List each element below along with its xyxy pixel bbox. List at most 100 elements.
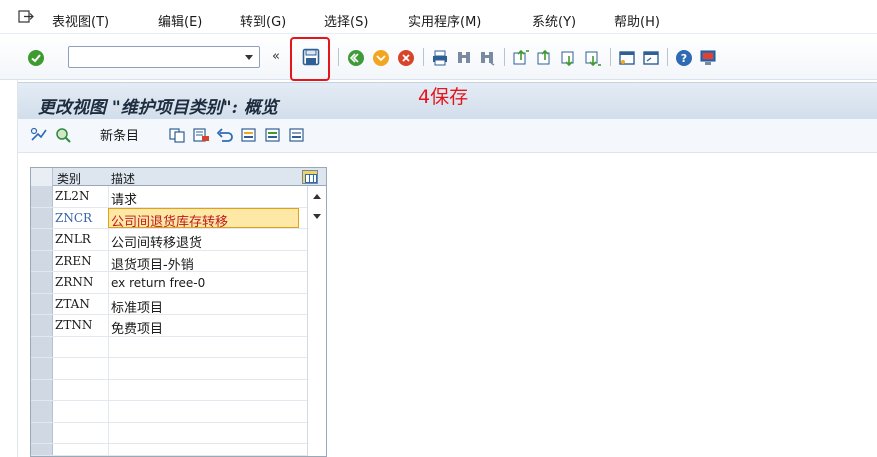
row-selector[interactable] — [31, 229, 53, 250]
table-row[interactable] — [31, 358, 307, 380]
application-toolbar — [18, 119, 877, 153]
column-header-description[interactable]: 描述 — [111, 170, 135, 187]
copy-as-icon[interactable] — [168, 127, 186, 143]
table-row[interactable]: ZRNN ex return free-0 — [31, 272, 307, 294]
back-icon[interactable] — [347, 49, 365, 67]
toolbar-separator — [338, 48, 339, 66]
help-icon[interactable]: ? — [675, 49, 693, 67]
first-page-icon[interactable] — [512, 49, 530, 67]
customize-layout-icon[interactable] — [699, 49, 717, 67]
next-page-icon[interactable] — [560, 49, 578, 67]
menu-item-goto[interactable]: 转到(G) — [240, 11, 286, 30]
row-selector[interactable] — [31, 401, 53, 422]
description-cell-bg — [108, 444, 299, 455]
table-row[interactable] — [31, 444, 307, 456]
description-cell[interactable]: 公司间退货库存转移 — [111, 211, 228, 230]
toolbar-separator — [610, 48, 611, 66]
toolbar-separator — [423, 48, 424, 66]
menu-item-system[interactable]: 系统(Y) — [532, 11, 576, 30]
row-selector[interactable] — [31, 207, 53, 228]
find-icon[interactable] — [54, 127, 72, 143]
collapse-icon[interactable]: « — [272, 49, 280, 64]
category-cell: ZNLR — [55, 232, 91, 246]
chevron-down-icon[interactable] — [245, 55, 253, 60]
description-cell[interactable]: ex return free-0 — [111, 276, 205, 290]
undo-icon[interactable] — [216, 127, 234, 143]
row-selector[interactable] — [31, 336, 53, 357]
description-cell-bg — [108, 422, 299, 443]
menu-item-help[interactable]: 帮助(H) — [614, 11, 660, 30]
scroll-down-icon[interactable] — [313, 214, 321, 219]
print-icon[interactable] — [431, 49, 449, 67]
page-title: 更改视图 "维护项目类别": 概览 — [38, 98, 278, 118]
select-all-rows-button[interactable] — [31, 168, 53, 186]
row-selector[interactable] — [31, 186, 53, 207]
previous-page-icon[interactable] — [536, 49, 554, 67]
description-cell-bg — [108, 379, 299, 400]
command-field[interactable] — [68, 46, 260, 68]
row-selector[interactable] — [31, 250, 53, 271]
row-selector[interactable] — [31, 422, 53, 443]
svg-text:?: ? — [681, 52, 687, 65]
toolbar-separator — [667, 48, 668, 66]
description-cell[interactable]: 公司间转移退货 — [111, 232, 202, 251]
row-selector[interactable] — [31, 358, 53, 379]
table-row[interactable]: ZTNN 免费项目 — [31, 315, 307, 337]
exit-icon[interactable] — [372, 49, 390, 67]
description-cell[interactable]: 退货项目-外销 — [111, 254, 194, 273]
shortcut-icon[interactable] — [642, 49, 660, 67]
find-icon[interactable] — [455, 49, 473, 67]
row-selector[interactable] — [31, 379, 53, 400]
menu-item-selection[interactable]: 选择(S) — [324, 11, 368, 30]
select-block-icon[interactable] — [264, 127, 282, 143]
scroll-up-icon[interactable] — [313, 194, 321, 199]
column-settings-icon[interactable] — [302, 170, 318, 184]
cancel-icon[interactable] — [397, 49, 415, 67]
table-header: 类别 描述 — [31, 168, 326, 186]
item-category-table: 类别 描述 ZL2N 请求 ZNCR 公司间退货库存转移 ZNLR 公司间转移退… — [30, 167, 327, 457]
table-row[interactable] — [31, 379, 307, 401]
category-cell: ZRNN — [55, 275, 94, 289]
command-input[interactable] — [69, 47, 239, 67]
row-selector[interactable] — [31, 293, 53, 314]
menu-item-table-view[interactable]: 表视图(T) — [52, 11, 109, 30]
menu-bar: 表视图(T) 编辑(E) 转到(G) 选择(S) 实用程序(M) 系统(Y) 帮… — [0, 0, 877, 34]
table-row[interactable] — [31, 401, 307, 423]
table-row[interactable] — [31, 422, 307, 444]
last-page-icon[interactable] — [584, 49, 602, 67]
table-row[interactable]: ZTAN 标准项目 — [31, 293, 307, 316]
menu-exit-icon[interactable] — [18, 10, 34, 23]
description-cell-bg — [108, 401, 299, 422]
table-row[interactable]: ZL2N 请求 — [31, 186, 307, 208]
annotation-label: 4保存 — [418, 86, 469, 108]
table-row[interactable]: ZNLR 公司间转移退货 — [31, 229, 307, 251]
deselect-all-icon[interactable] — [288, 127, 306, 143]
create-session-icon[interactable] — [618, 49, 636, 67]
description-cell[interactable]: 免费项目 — [111, 318, 163, 337]
table-row[interactable]: ZREN 退货项目-外销 — [31, 250, 307, 273]
find-next-icon[interactable] — [478, 49, 496, 67]
toolbar-separator — [504, 48, 505, 66]
enter-icon[interactable] — [27, 49, 45, 67]
menu-item-utilities[interactable]: 实用程序(M) — [408, 11, 481, 30]
table-row[interactable]: ZNCR 公司间退货库存转移 — [31, 207, 307, 230]
column-header-category[interactable]: 类别 — [57, 170, 81, 187]
save-highlight-box — [290, 37, 330, 81]
new-entries-button[interactable]: 新条目 — [100, 125, 139, 144]
delete-icon[interactable] — [192, 127, 210, 143]
description-cell[interactable]: 标准项目 — [111, 297, 163, 316]
description-cell-bg — [108, 336, 299, 357]
menu-item-edit[interactable]: 编辑(E) — [158, 11, 202, 30]
vertical-scrollbar[interactable] — [307, 186, 326, 456]
category-cell: ZREN — [55, 253, 92, 268]
row-selector[interactable] — [31, 315, 53, 336]
table-row[interactable] — [31, 336, 307, 358]
category-cell: ZTNN — [55, 318, 93, 332]
description-cell-bg — [108, 358, 299, 379]
display-change-icon[interactable] — [30, 127, 48, 143]
category-cell: ZNCR — [55, 210, 93, 225]
row-selector[interactable] — [31, 272, 53, 293]
select-all-icon[interactable] — [240, 127, 258, 143]
description-cell[interactable]: 请求 — [111, 189, 137, 208]
row-selector[interactable] — [31, 444, 53, 455]
